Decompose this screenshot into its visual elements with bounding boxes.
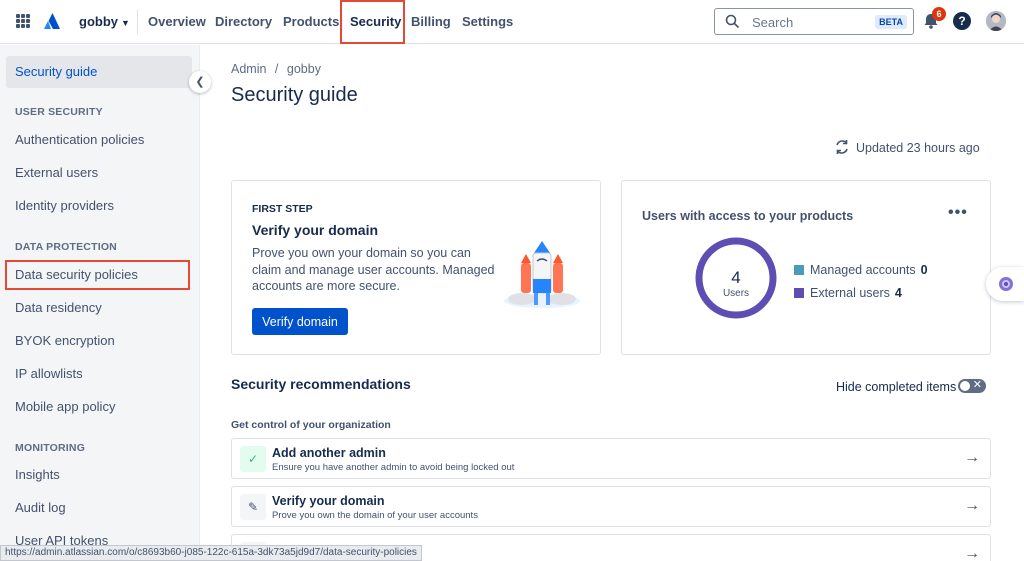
sidebar-item-external-users[interactable]: External users [6,157,192,189]
toggle-knob [960,381,970,391]
app-switcher-icon[interactable] [16,14,30,28]
nav-divider [137,10,138,34]
sidebar-item-audit-log[interactable]: Audit log [6,492,192,524]
recommendation-title: Add another admin [272,446,386,460]
first-step-description: Prove you own your domain so you can cla… [252,246,495,293]
sidebar-item-insights[interactable]: Insights [6,459,192,491]
check-icon: ✓ [240,446,266,472]
nav-settings[interactable]: Settings [462,14,513,29]
status-bar-url: https://admin.atlassian.com/o/c8693b60-j… [0,545,422,561]
legend-count: 0 [920,263,928,277]
assistant-button[interactable] [986,267,1024,301]
search-placeholder: Search [752,15,794,30]
sidebar-item-authentication-policies[interactable]: Authentication policies [6,124,192,156]
breadcrumb: Admin / gobby [231,62,321,76]
legend-label: Managed accounts [810,263,916,277]
notification-count-badge: 6 [932,7,946,21]
org-switcher[interactable]: gobby ▼ [79,14,130,29]
sidebar-item-identity-providers[interactable]: Identity providers [6,190,192,222]
updated-text: Updated 23 hours ago [856,141,980,155]
arrow-right-icon: → [964,497,980,514]
donut-total-label: Users [722,288,750,299]
first-step-eyebrow: FIRST STEP [252,203,313,215]
refresh-icon[interactable] [834,139,850,155]
assistant-icon [999,277,1013,291]
sidebar: Security guide USER SECURITY Authenticat… [0,45,200,561]
beta-badge: BETA [875,15,907,29]
nav-overview[interactable]: Overview [148,14,206,29]
users-card: Users with access to your products ••• 4… [621,180,991,355]
sidebar-item-byok-encryption[interactable]: BYOK encryption [6,325,192,357]
recommendation-verify-domain[interactable]: ✎ Verify your domain Prove you own the d… [231,486,991,527]
sidebar-item-mobile-app-policy[interactable]: Mobile app policy [6,391,192,423]
breadcrumb-org[interactable]: gobby [287,62,321,76]
donut-total: 4 [731,268,741,287]
toggle-off-icon: ✕ [972,379,982,391]
sidebar-heading-data-protection: DATA PROTECTION [15,241,117,253]
rocket-illustration-icon [504,241,580,308]
legend-label: External users [810,286,890,300]
search-input[interactable]: Search BETA [714,8,914,35]
sidebar-item-highlight [5,260,190,290]
legend-managed-accounts: Managed accounts 0 [794,263,928,277]
nav-products[interactable]: Products [283,14,339,29]
recommendation-add-admin[interactable]: ✓ Add another admin Ensure you have anot… [231,438,991,479]
chevron-down-icon: ▼ [121,18,130,28]
arrow-right-icon: → [964,449,980,466]
first-step-card: FIRST STEP Verify your domain Prove you … [231,180,601,355]
more-actions-icon[interactable]: ••• [948,204,968,222]
page-title: Security guide [231,84,358,106]
first-step-title: Verify your domain [252,222,379,238]
pencil-icon: ✎ [240,494,266,520]
hide-completed-toggle[interactable]: ✕ [958,379,986,393]
recommendation-group-heading: Get control of your organization [231,419,391,431]
nav-billing[interactable]: Billing [411,14,451,29]
sidebar-item-ip-allowlists[interactable]: IP allowlists [6,358,192,390]
recommendation-subtitle: Prove you own the domain of your user ac… [272,510,478,521]
nav-security-highlight [340,0,405,44]
recommendations-title: Security recommendations [231,376,411,392]
avatar-image [986,11,1006,31]
chevron-left-icon: ❮ [195,76,205,88]
legend-external-users: External users 4 [794,286,902,300]
legend-swatch [794,288,804,298]
users-card-title: Users with access to your products [642,209,854,223]
org-name: gobby [79,14,118,29]
sidebar-heading-monitoring: MONITORING [15,442,86,454]
hide-completed-label: Hide completed items [836,380,957,394]
updated-status: Updated 23 hours ago [834,139,980,158]
arrow-right-icon: → [964,545,980,561]
search-icon [725,14,740,29]
verify-domain-button[interactable]: Verify domain [252,308,348,335]
breadcrumb-separator: / [274,62,279,76]
sidebar-heading-user-security: USER SECURITY [15,106,103,118]
help-icon[interactable]: ? [953,12,971,30]
legend-swatch [794,265,804,275]
recommendation-subtitle: Ensure you have another admin to avoid b… [272,462,515,473]
recommendation-title: Verify your domain [272,494,385,508]
legend-count: 4 [894,286,902,300]
sidebar-item-security-guide[interactable]: Security guide [6,56,192,88]
top-navigation: gobby ▼ Overview Directory Products Secur… [0,0,1024,44]
breadcrumb-admin[interactable]: Admin [231,62,266,76]
sidebar-collapse-button[interactable]: ❮ [189,71,211,93]
nav-directory[interactable]: Directory [215,14,272,29]
avatar[interactable] [986,11,1006,31]
atlassian-logo-icon[interactable] [43,12,61,30]
sidebar-item-data-residency[interactable]: Data residency [6,292,192,324]
